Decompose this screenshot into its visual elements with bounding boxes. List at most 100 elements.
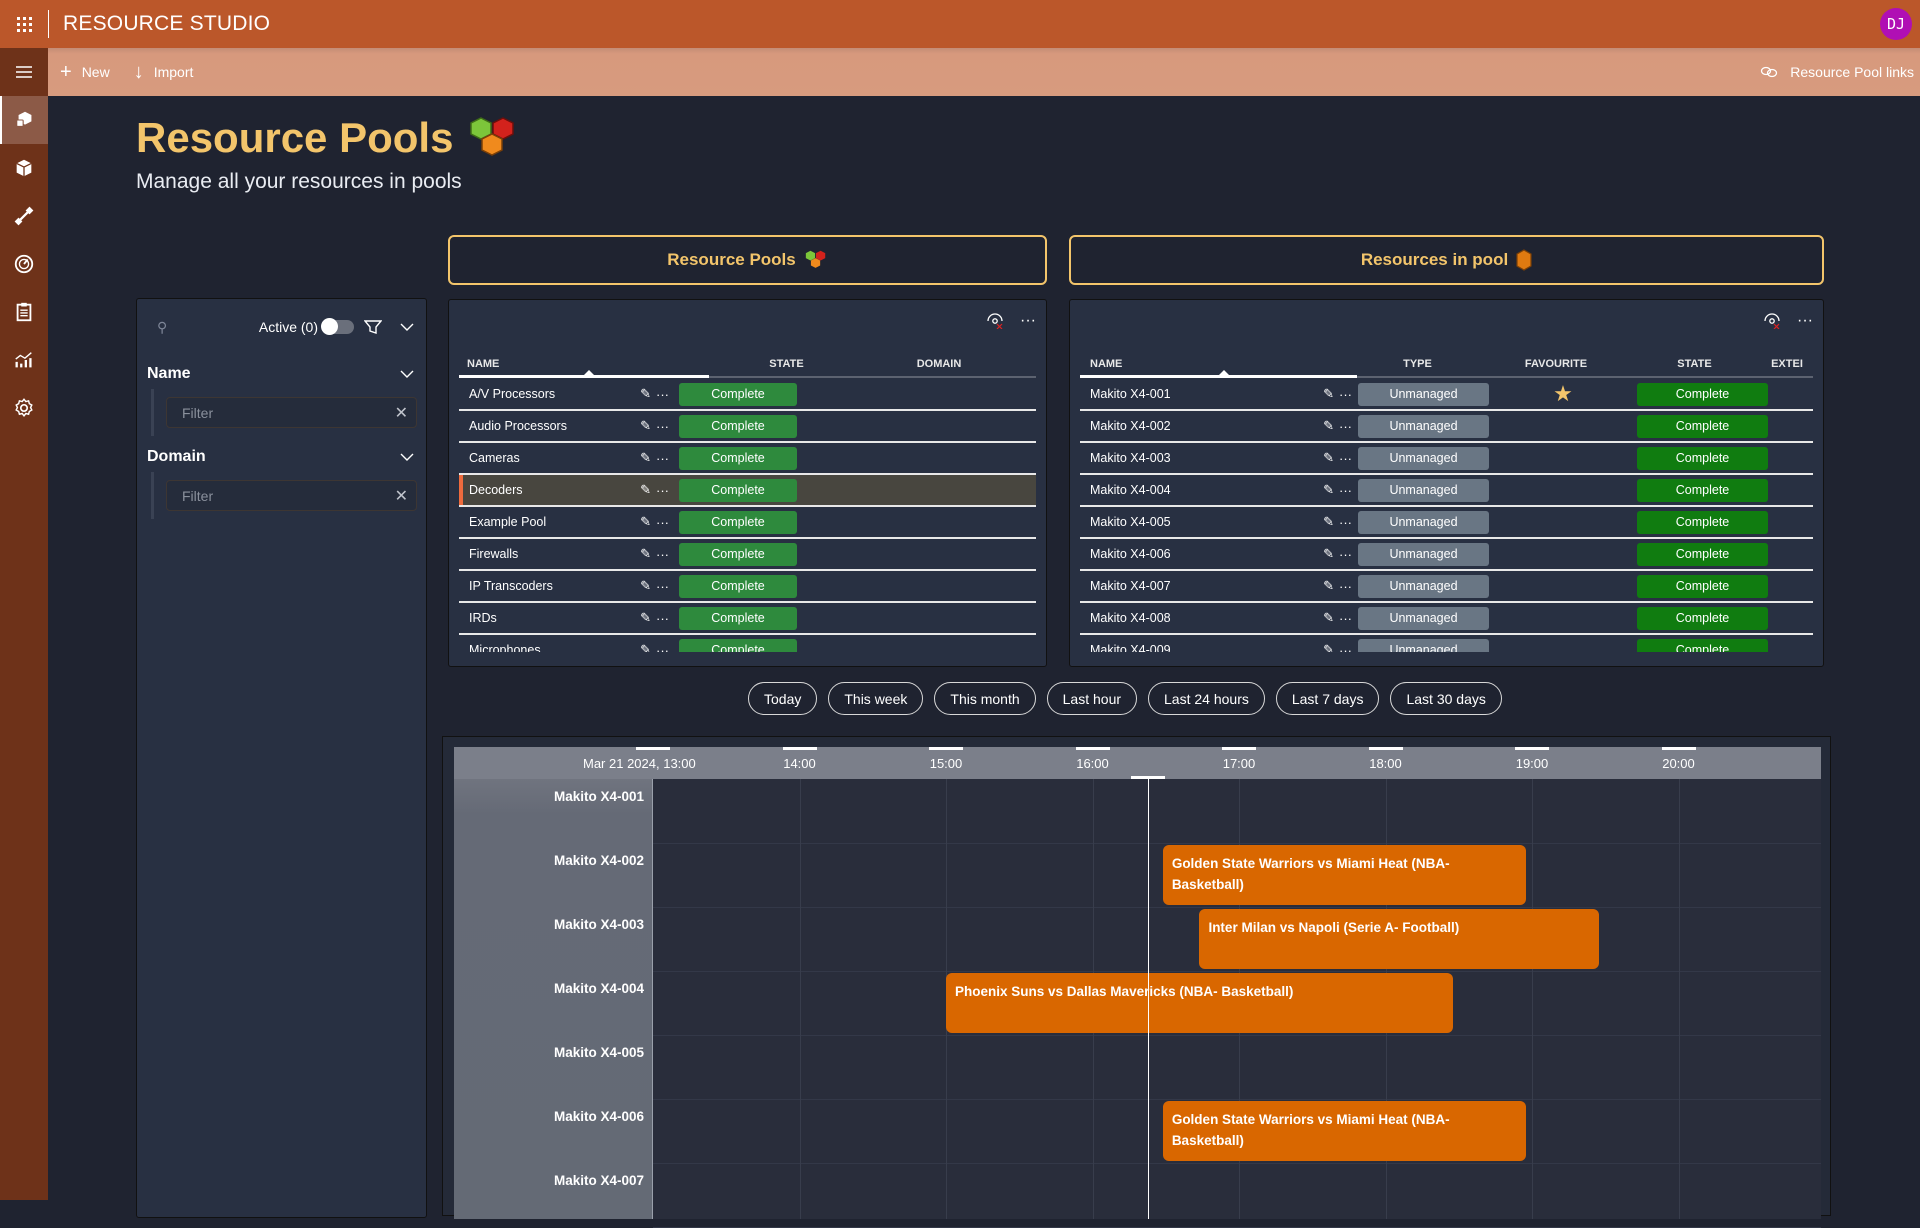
column-header-favourite[interactable]: FAVOURITE (1485, 352, 1627, 376)
row-more-icon[interactable]: ··· (656, 483, 669, 498)
row-more-icon[interactable]: ··· (1339, 611, 1352, 626)
table-row[interactable]: Makito X4-006 ✎ ··· Unmanaged Complete (1080, 539, 1813, 571)
sidebar-item-dashboard[interactable] (0, 240, 48, 288)
booking-event[interactable]: Phoenix Suns vs Dallas Mavericks (NBA- B… (946, 973, 1453, 1033)
booking-event[interactable]: Golden State Warriors vs Miami Heat (NBA… (1162, 845, 1527, 905)
table-row[interactable]: Makito X4-002 ✎ ··· Unmanaged Complete (1080, 411, 1813, 443)
more-options-icon[interactable]: ··· (1020, 312, 1036, 330)
column-header-state[interactable]: STATE (714, 352, 859, 376)
edit-pencil-icon[interactable]: ✎ (1323, 418, 1334, 434)
import-button[interactable]: ↓ Import (122, 48, 206, 96)
booking-event[interactable]: Golden State Warriors vs Miami Heat (NBA… (1162, 1101, 1527, 1161)
table-row[interactable]: A/V Processors ✎ ··· Complete (459, 379, 1036, 411)
filter-clear-icon[interactable] (364, 319, 382, 335)
row-more-icon[interactable]: ··· (1339, 547, 1352, 562)
row-more-icon[interactable]: ··· (1339, 387, 1352, 402)
edit-pencil-icon[interactable]: ✎ (640, 578, 651, 594)
table-row[interactable]: Makito X4-001 ✎ ··· Unmanaged ★ Complete (1080, 379, 1813, 411)
edit-pencil-icon[interactable]: ✎ (1323, 610, 1334, 626)
edit-pencil-icon[interactable]: ✎ (1323, 450, 1334, 466)
resource-pools-header-button[interactable]: Resource Pools (448, 235, 1047, 285)
active-filters-toggle[interactable] (321, 318, 354, 335)
name-filter-input[interactable]: Filter ✕ (166, 397, 417, 428)
clear-icon[interactable]: ✕ (395, 403, 408, 423)
table-row[interactable]: Microphones ✎ ··· Complete (459, 635, 1036, 652)
star-icon[interactable]: ★ (1553, 381, 1573, 407)
chevron-down-icon[interactable] (400, 450, 414, 464)
chevron-down-icon[interactable] (400, 320, 414, 334)
date-range-button[interactable]: Last hour (1046, 682, 1138, 715)
table-row[interactable]: Makito X4-004 ✎ ··· Unmanaged Complete (1080, 475, 1813, 507)
edit-pencil-icon[interactable]: ✎ (1323, 514, 1334, 530)
row-more-icon[interactable]: ··· (656, 515, 669, 530)
table-row[interactable]: Cameras ✎ ··· Complete (459, 443, 1036, 475)
user-avatar[interactable]: DJ (1880, 8, 1912, 40)
new-button[interactable]: + New (48, 48, 122, 96)
edit-pencil-icon[interactable]: ✎ (640, 642, 651, 652)
hidden-columns-icon[interactable] (1763, 313, 1781, 329)
date-range-button[interactable]: Last 30 days (1390, 682, 1502, 715)
column-header-state[interactable]: STATE (1627, 352, 1762, 376)
row-more-icon[interactable]: ··· (1339, 579, 1352, 594)
edit-pencil-icon[interactable]: ✎ (1323, 482, 1334, 498)
date-range-button[interactable]: Today (748, 682, 818, 715)
table-row[interactable]: IP Transcoders ✎ ··· Complete (459, 571, 1036, 603)
sidebar-item-settings[interactable] (0, 384, 48, 432)
date-range-button[interactable]: Last 7 days (1275, 682, 1380, 715)
sidebar-item-resources[interactable] (0, 144, 48, 192)
row-more-icon[interactable]: ··· (656, 419, 669, 434)
table-row[interactable]: Firewalls ✎ ··· Complete (459, 539, 1036, 571)
table-row[interactable]: Makito X4-005 ✎ ··· Unmanaged Complete (1080, 507, 1813, 539)
column-header-type[interactable]: TYPE (1350, 352, 1485, 376)
column-header-domain[interactable]: DOMAIN (859, 352, 1019, 376)
resource-pool-links-button[interactable]: Resource Pool links (1760, 48, 1914, 96)
table-row[interactable]: Example Pool ✎ ··· Complete (459, 507, 1036, 539)
clear-icon[interactable]: ✕ (395, 486, 408, 506)
hamburger-menu-button[interactable] (0, 48, 48, 96)
table-row[interactable]: Audio Processors ✎ ··· Complete (459, 411, 1036, 443)
row-more-icon[interactable]: ··· (656, 643, 669, 653)
sidebar-item-reports[interactable] (0, 336, 48, 384)
column-header-external[interactable]: EXTEI (1762, 352, 1812, 376)
chevron-down-icon[interactable] (400, 367, 414, 381)
table-row[interactable]: Makito X4-003 ✎ ··· Unmanaged Complete (1080, 443, 1813, 475)
table-row[interactable]: Makito X4-008 ✎ ··· Unmanaged Complete (1080, 603, 1813, 635)
sidebar-item-resource-pools[interactable] (0, 96, 48, 144)
edit-pencil-icon[interactable]: ✎ (640, 546, 651, 562)
row-more-icon[interactable]: ··· (1339, 483, 1352, 498)
edit-pencil-icon[interactable]: ✎ (1323, 578, 1334, 594)
edit-pencil-icon[interactable]: ✎ (1323, 386, 1334, 402)
table-row[interactable]: IRDs ✎ ··· Complete (459, 603, 1036, 635)
hidden-columns-icon[interactable] (986, 313, 1004, 329)
sidebar-item-capabilities[interactable] (0, 192, 48, 240)
edit-pencil-icon[interactable]: ✎ (640, 514, 651, 530)
more-options-icon[interactable]: ··· (1797, 312, 1813, 330)
row-more-icon[interactable]: ··· (656, 451, 669, 466)
row-more-icon[interactable]: ··· (1339, 515, 1352, 530)
table-row[interactable]: Makito X4-009 ✎ ··· Unmanaged Complete (1080, 635, 1813, 652)
app-launcher-icon[interactable] (0, 0, 48, 48)
edit-pencil-icon[interactable]: ✎ (640, 386, 651, 402)
table-row[interactable]: Makito X4-007 ✎ ··· Unmanaged Complete (1080, 571, 1813, 603)
row-more-icon[interactable]: ··· (1339, 643, 1352, 653)
edit-pencil-icon[interactable]: ✎ (640, 610, 651, 626)
column-header-name[interactable]: NAME (1080, 352, 1350, 376)
sidebar-item-bookings[interactable] (0, 288, 48, 336)
edit-pencil-icon[interactable]: ✎ (640, 482, 651, 498)
table-row[interactable]: Decoders ✎ ··· Complete (459, 475, 1036, 507)
resources-in-pool-header-button[interactable]: Resources in pool (1069, 235, 1824, 285)
row-more-icon[interactable]: ··· (656, 611, 669, 626)
edit-pencil-icon[interactable]: ✎ (640, 418, 651, 434)
date-range-button[interactable]: This month (934, 682, 1036, 715)
search-icon[interactable]: ⚲ (157, 319, 167, 336)
edit-pencil-icon[interactable]: ✎ (1323, 642, 1334, 652)
date-range-button[interactable]: This week (828, 682, 924, 715)
date-range-button[interactable]: Last 24 hours (1148, 682, 1265, 715)
favourite-cell[interactable]: ★ (1489, 381, 1637, 407)
row-more-icon[interactable]: ··· (656, 579, 669, 594)
edit-pencil-icon[interactable]: ✎ (640, 450, 651, 466)
row-more-icon[interactable]: ··· (656, 547, 669, 562)
edit-pencil-icon[interactable]: ✎ (1323, 546, 1334, 562)
booking-event[interactable]: Inter Milan vs Napoli (Serie A- Football… (1199, 909, 1600, 969)
domain-filter-input[interactable]: Filter ✕ (166, 480, 417, 511)
